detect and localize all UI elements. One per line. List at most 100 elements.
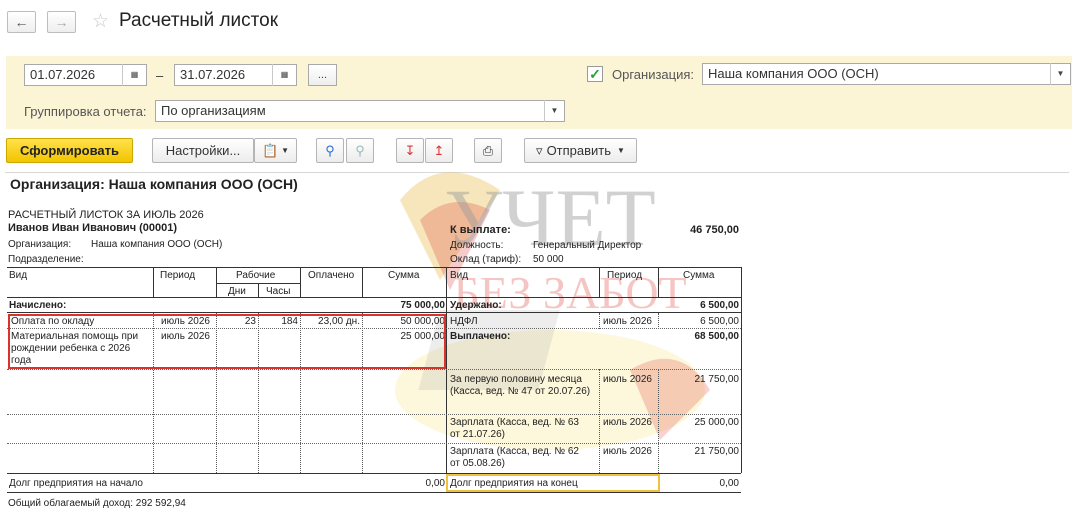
header-vid: Вид	[9, 270, 28, 281]
chevron-down-icon[interactable]: ▼	[1050, 63, 1070, 85]
payout-sum: 21 750,00	[694, 446, 740, 457]
date-to-field[interactable]: 31.07.2026 ▦	[174, 64, 297, 86]
arrow-left-icon: ←	[14, 14, 29, 30]
paid-out-label: Выплачено:	[450, 331, 511, 342]
row-line	[7, 443, 741, 444]
header-hours: Часы	[266, 286, 291, 297]
grouping-select[interactable]: По организациям ▼	[155, 100, 565, 122]
back-button[interactable]: ←	[7, 11, 36, 33]
period-select-button[interactable]: ...	[308, 64, 337, 86]
payout-sum: 25 000,00	[694, 417, 740, 428]
chevron-down-icon: ▼	[617, 146, 625, 155]
report-variants-icon: 📋	[261, 142, 279, 158]
printer-icon: ⎙	[482, 142, 494, 158]
deduction-sum: 6 500,00	[700, 316, 739, 327]
forward-button[interactable]: →	[47, 11, 76, 33]
header-sum: Сумма	[388, 270, 420, 281]
payout-vid: За первую половину месяца (Касса, вед. №…	[450, 374, 591, 397]
col-line	[216, 267, 217, 297]
pay-value: 46 750,00	[690, 224, 739, 236]
date-separator: –	[156, 68, 164, 83]
table-top-line	[7, 267, 741, 268]
org-line-label: Организация:	[8, 239, 72, 250]
send-icon: ▿	[536, 142, 543, 158]
organization-select[interactable]: Наша компания ООО (ОСН) ▼	[702, 63, 1071, 85]
row-line	[7, 414, 741, 415]
position-label: Должность:	[450, 240, 504, 251]
calendar-icon[interactable]: ▦	[272, 64, 296, 86]
generate-button[interactable]: Сформировать	[6, 138, 133, 163]
debt-end-value: 0,00	[719, 478, 739, 489]
favorite-star-icon[interactable]: ☆	[92, 10, 109, 33]
salary-label: Оклад (тариф):	[450, 254, 522, 265]
col-line	[599, 267, 600, 297]
chevron-down-icon[interactable]: ▼	[544, 100, 564, 122]
highlight-accruals-frame	[8, 314, 446, 369]
payout-period: июль 2026	[603, 446, 652, 457]
position-value: Генеральный Директор	[533, 240, 642, 251]
header-right-sum: Сумма	[683, 270, 715, 281]
header-period: Период	[160, 270, 196, 281]
header-work: Рабочие	[236, 270, 276, 281]
calendar-icon[interactable]: ▦	[122, 64, 146, 86]
division-label: Подразделение:	[8, 254, 84, 265]
header-days: Дни	[228, 286, 246, 297]
col-line	[741, 267, 742, 473]
chevron-down-icon: ▼	[281, 146, 290, 155]
collapse-groups-icon: ↧	[404, 142, 416, 158]
date-from-field[interactable]: 01.07.2026 ▦	[24, 64, 147, 86]
payout-vid: Зарплата (Касса, вед. № 63 от 21.07.26)	[450, 417, 579, 440]
date-to-value: 31.07.2026	[180, 67, 246, 82]
table-header-bottom-line	[7, 297, 741, 298]
grouping-value: По организациям	[161, 103, 266, 118]
send-button[interactable]: ▿ Отправить ▼	[524, 138, 637, 163]
highlight-debt-frame	[446, 474, 660, 492]
payout-sum: 21 750,00	[694, 374, 740, 385]
accrued-label: Начислено:	[9, 300, 67, 311]
payout-vid: Зарплата (Касса, вед. № 62 от 05.08.26)	[450, 446, 579, 469]
organization-value: Наша компания ООО (ОСН)	[708, 66, 879, 81]
col-line	[153, 267, 154, 297]
debt-row-line	[7, 492, 741, 493]
send-label: Отправить	[546, 143, 612, 158]
col-line	[300, 267, 301, 297]
variants-menu-button[interactable]: 📋 ▼	[254, 138, 297, 163]
search-button[interactable]: ⚲	[316, 138, 344, 163]
taxable-income: Общий облагаемый доход: 292 592,94	[8, 498, 186, 509]
report-sheet-title: РАСЧЕТНЫЙ ЛИСТОК ЗА ИЮЛЬ 2026	[8, 209, 204, 221]
search-icon: ⚲	[325, 142, 335, 158]
org-line-value: Наша компания ООО (ОСН)	[91, 239, 223, 250]
payout-period: июль 2026	[603, 374, 652, 385]
pay-label: К выплате:	[450, 224, 511, 236]
deduction-vid: НДФЛ	[450, 316, 478, 327]
settings-button[interactable]: Настройки...	[152, 138, 254, 163]
organization-label: Организация:	[612, 67, 695, 82]
withheld-label: Удержано:	[450, 300, 502, 311]
window-title: Расчетный листок	[119, 10, 279, 31]
organization-checkbox[interactable]: ✓	[587, 66, 603, 82]
report-org-header: Организация: Наша компания ООО (ОСН)	[10, 176, 298, 192]
withheld-total: 6 500,00	[700, 300, 739, 311]
payout-period: июль 2026	[603, 417, 652, 428]
expand-groups-icon: ↥	[433, 142, 445, 158]
col-line	[362, 267, 363, 297]
header-paid: Оплачено	[308, 270, 355, 281]
col-dotted	[658, 369, 659, 473]
salary-value: 50 000	[533, 254, 564, 265]
paid-out-total: 68 500,00	[694, 331, 740, 342]
expand-groups-button[interactable]: ↥	[425, 138, 453, 163]
col-dotted	[658, 313, 659, 329]
col-line	[258, 283, 259, 297]
col-line	[658, 267, 659, 297]
debt-start-value: 0,00	[425, 478, 445, 489]
accrued-total: 75 000,00	[400, 300, 446, 311]
col-dotted	[599, 313, 600, 329]
search-settings-icon: ⚲	[355, 142, 365, 158]
print-button[interactable]: ⎙	[474, 138, 502, 163]
employee-name: Иванов Иван Иванович (00001)	[8, 222, 178, 234]
deduction-period: июль 2026	[603, 316, 652, 327]
header-right-vid: Вид	[450, 270, 469, 281]
collapse-groups-button[interactable]: ↧	[396, 138, 424, 163]
date-from-value: 01.07.2026	[30, 67, 96, 82]
search-settings-button[interactable]: ⚲	[346, 138, 374, 163]
